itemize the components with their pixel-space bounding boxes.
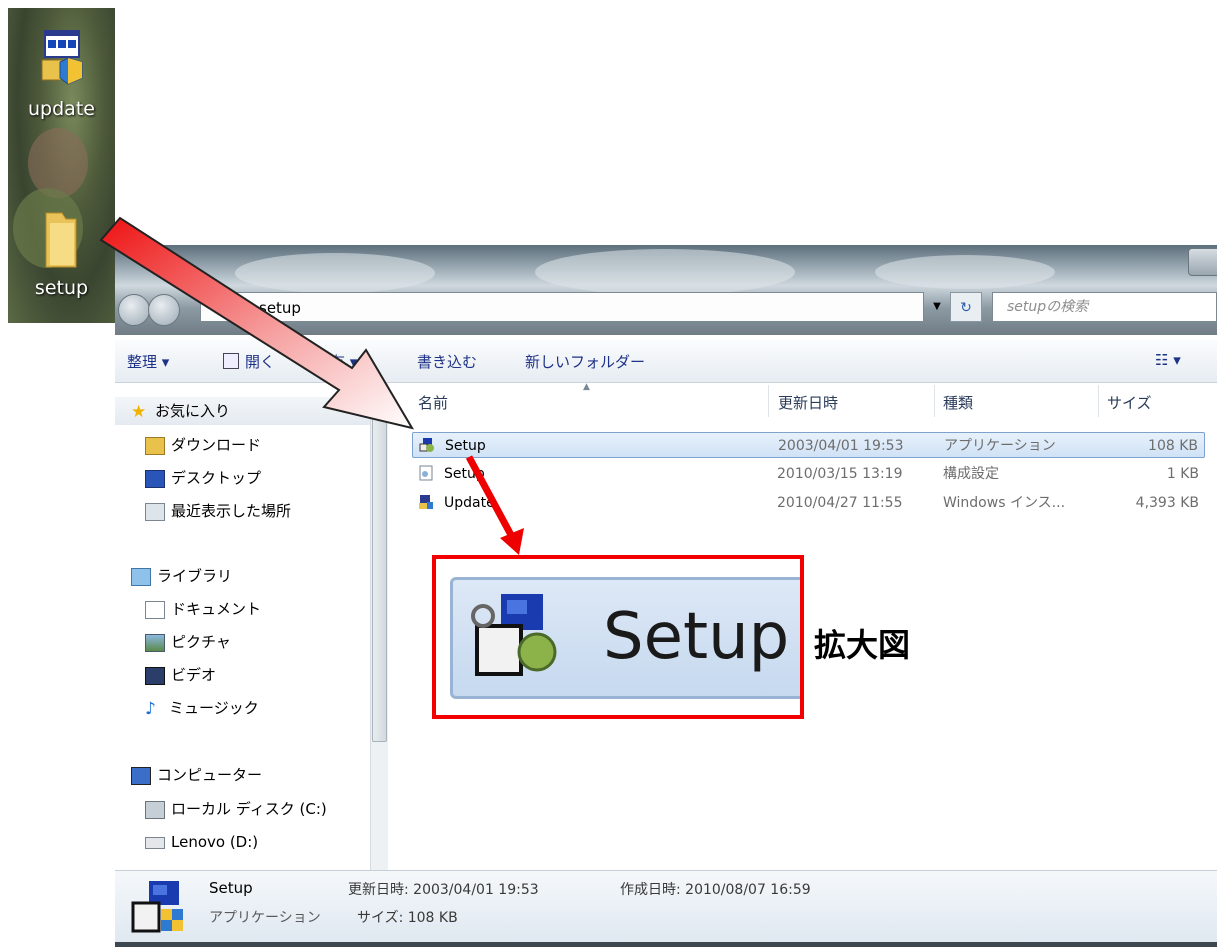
column-header-type[interactable]: 種類 bbox=[943, 392, 973, 413]
nav-computer-label: コンピューター bbox=[157, 766, 263, 784]
address-path: setup bbox=[259, 299, 301, 317]
file-type: アプリケーション bbox=[944, 438, 1056, 454]
organize-button[interactable]: 整理 ▾ bbox=[127, 351, 169, 372]
nav-pictures-label: ピクチャ bbox=[171, 633, 231, 651]
command-toolbar: 整理 ▾ 開く 共有 ▾ 書き込む 新しいフォルダー ☷ ▾ bbox=[115, 340, 1217, 383]
desktop-icon bbox=[145, 469, 165, 488]
file-type: 構成設定 bbox=[943, 466, 999, 482]
burn-button[interactable]: 書き込む bbox=[417, 351, 477, 372]
folder-icon bbox=[45, 212, 77, 268]
desktop-setup-icon[interactable]: setup bbox=[8, 203, 115, 313]
nav-pictures[interactable]: ピクチャ bbox=[145, 630, 231, 654]
local-disk-icon bbox=[145, 800, 165, 819]
nav-videos[interactable]: ビデオ bbox=[145, 663, 216, 687]
installer-icon bbox=[41, 30, 83, 85]
file-row-setup-config[interactable]: Setup 2010/03/15 13:19 構成設定 1 KB bbox=[412, 461, 1205, 487]
column-header-name[interactable]: 名前 bbox=[418, 392, 448, 413]
detail-modified: 更新日時: 2003/04/01 19:53 bbox=[348, 882, 539, 898]
nav-libraries[interactable]: ライブラリ bbox=[131, 564, 232, 588]
column-header-size[interactable]: サイズ bbox=[1107, 392, 1152, 413]
computer-icon bbox=[131, 766, 151, 785]
file-modified: 2010/04/27 11:55 bbox=[777, 495, 903, 511]
nav-videos-label: ビデオ bbox=[171, 666, 217, 684]
file-type: Windows インス... bbox=[943, 495, 1066, 511]
nav-recent-places[interactable]: 最近表示した場所 bbox=[145, 499, 291, 523]
drive-icon bbox=[145, 836, 165, 849]
file-name: Update bbox=[444, 495, 495, 511]
open-label: 開く bbox=[245, 353, 276, 371]
desktop-update-label: update bbox=[28, 98, 95, 120]
documents-icon bbox=[145, 600, 165, 619]
window-bottom-edge bbox=[115, 942, 1217, 947]
nav-downloads-label: ダウンロード bbox=[171, 436, 262, 454]
file-name: Setup bbox=[444, 466, 485, 482]
back-button[interactable] bbox=[118, 294, 150, 326]
setup-app-icon bbox=[419, 438, 434, 452]
config-file-icon bbox=[419, 465, 433, 481]
desktop-update-icon[interactable]: update bbox=[8, 18, 115, 128]
nav-desktop-label: デスクトップ bbox=[171, 469, 262, 487]
nav-favorites-label: お気に入り bbox=[155, 402, 231, 420]
navigation-pane: ★ お気に入り ダウンロード デスクトップ 最近表示した場所 ライブラリ ドキュメ… bbox=[115, 383, 371, 870]
recent-places-icon bbox=[145, 502, 165, 521]
file-modified: 2003/04/01 19:53 bbox=[778, 438, 904, 454]
star-icon: ★ bbox=[131, 401, 147, 422]
new-folder-button[interactable]: 新しいフォルダー bbox=[525, 351, 645, 372]
file-size: 4,393 KB bbox=[1135, 495, 1199, 511]
setup-app-icon bbox=[131, 881, 183, 933]
library-icon bbox=[131, 567, 151, 586]
nav-favorites[interactable]: ★ お気に入り bbox=[131, 399, 230, 423]
videos-icon bbox=[145, 666, 165, 685]
file-modified: 2010/03/15 13:19 bbox=[777, 466, 903, 482]
file-name: Setup bbox=[445, 438, 486, 454]
nav-lenovo-d[interactable]: Lenovo (D:) bbox=[145, 830, 258, 854]
view-options-button[interactable]: ☷ ▾ bbox=[1155, 351, 1181, 369]
minimize-button[interactable] bbox=[1188, 248, 1217, 276]
nav-documents-label: ドキュメント bbox=[171, 600, 262, 618]
file-size: 1 KB bbox=[1166, 466, 1199, 482]
zoomed-setup-label: Setup bbox=[603, 600, 790, 674]
setup-app-icon bbox=[471, 594, 557, 676]
details-pane: Setup 更新日時: 2003/04/01 19:53 作成日時: 2010/… bbox=[115, 870, 1217, 943]
share-button[interactable]: 共有 ▾ bbox=[315, 351, 357, 372]
nav-computer[interactable]: コンピューター bbox=[131, 763, 262, 787]
downloads-icon bbox=[145, 436, 165, 455]
file-row-setup-app[interactable]: Setup 2003/04/01 19:53 アプリケーション 108 KB bbox=[412, 432, 1205, 458]
installer-icon bbox=[419, 495, 433, 509]
zoom-callout-box: Setup bbox=[432, 555, 804, 719]
nav-local-disk-c-label: ローカル ディスク (C:) bbox=[171, 800, 327, 818]
detail-created: 作成日時: 2010/08/07 16:59 bbox=[620, 882, 811, 898]
open-icon bbox=[223, 353, 239, 369]
nav-lenovo-d-label: Lenovo (D:) bbox=[171, 833, 259, 851]
nav-local-disk-c[interactable]: ローカル ディスク (C:) bbox=[145, 797, 327, 821]
desktop-background: update setup bbox=[8, 8, 115, 323]
nav-desktop[interactable]: デスクトップ bbox=[145, 466, 261, 490]
refresh-button[interactable]: ↻ bbox=[950, 292, 982, 322]
detail-name: Setup bbox=[209, 879, 253, 897]
nav-recent-places-label: 最近表示した場所 bbox=[171, 502, 292, 520]
music-icon: ♪ bbox=[145, 698, 156, 719]
address-dropdown-button[interactable]: ▼ bbox=[928, 292, 946, 322]
column-header-modified[interactable]: 更新日時 bbox=[778, 392, 838, 413]
zoom-caption: 拡大図 bbox=[814, 626, 911, 664]
pictures-icon bbox=[145, 633, 165, 652]
file-size: 108 KB bbox=[1148, 438, 1198, 454]
refresh-icon: ↻ bbox=[960, 300, 972, 316]
nav-downloads[interactable]: ダウンロード bbox=[145, 433, 261, 457]
nav-music[interactable]: ♪ ミュージック bbox=[145, 696, 259, 720]
forward-button[interactable] bbox=[148, 294, 180, 326]
address-bar[interactable]: setup bbox=[200, 292, 924, 322]
nav-music-label: ミュージック bbox=[169, 699, 259, 717]
sort-up-icon: ▲ bbox=[583, 382, 590, 392]
zoomed-selection: Setup bbox=[450, 577, 800, 699]
nav-scrollbar-thumb[interactable] bbox=[372, 385, 387, 742]
detail-size: サイズ: 108 KB bbox=[357, 910, 458, 926]
nav-documents[interactable]: ドキュメント bbox=[145, 597, 261, 621]
detail-type: アプリケーション bbox=[209, 910, 321, 926]
open-button[interactable]: 開く bbox=[223, 351, 275, 372]
desktop-setup-label: setup bbox=[34, 277, 89, 299]
search-input[interactable]: setupの検索 bbox=[992, 292, 1217, 322]
file-row-update[interactable]: Update 2010/04/27 11:55 Windows インス... 4… bbox=[412, 490, 1205, 516]
nav-libraries-label: ライブラリ bbox=[157, 567, 233, 585]
